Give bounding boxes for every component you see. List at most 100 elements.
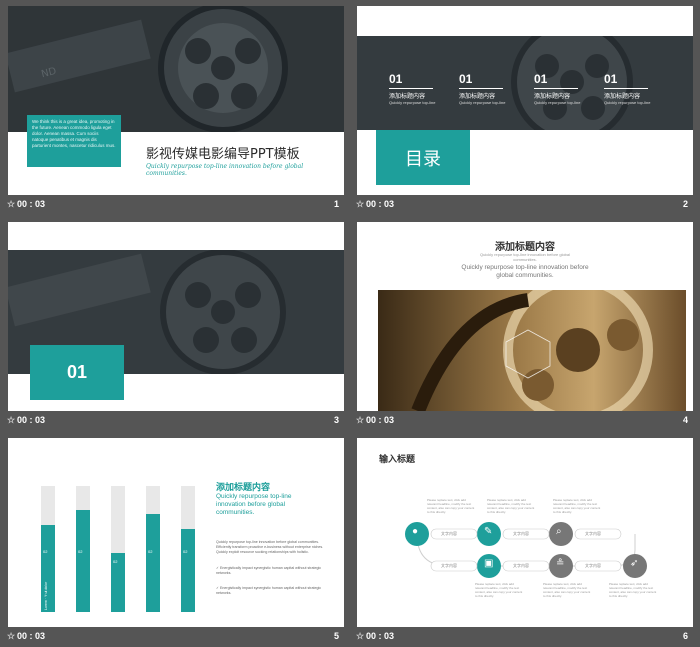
slide-number: 1 [333,199,339,209]
slide-canvas: 01 [8,222,344,411]
note-text: Please replace text, click add relevant … [543,582,591,598]
star-icon: ☆ [356,631,365,641]
check-icon: ✓ [216,586,220,590]
toc-item-sub: Quickly repurpose top-line [459,100,506,105]
slide-thumbnail-5[interactable]: 02 02 02 02 02 Lorem · Y·ut dolor 添加标题内容… [0,432,345,647]
slide-duration: 00 : 03 [17,631,46,641]
slide-duration: 00 : 03 [366,199,395,209]
bullet-text: Energistically impact synergistic human … [216,566,322,575]
toc-item-number: 01 [604,72,618,86]
bar-chart: 02 02 02 02 02 Lorem · Y·ut dolor [36,482,206,612]
slide-number: 4 [682,415,688,425]
bar-label: 02 [113,559,118,564]
toc-item-sub: Quickly repurpose top-line [389,100,436,105]
star-icon: ☆ [356,415,365,425]
film-strip-photo [378,290,686,411]
star-icon: ☆ [7,631,16,641]
pill-label: 文字内容 [441,563,457,568]
rocket-icon[interactable]: ➶ [630,558,638,569]
toc-item-sub: Quickly repurpose top-line [604,100,651,105]
bar-caption: Lorem · Y·ut dolor [44,581,48,610]
user-icon[interactable]: ● [412,526,418,537]
toc-item-sub: Quickly repurpose top-line [534,100,581,105]
slide-title: 添加标题内容 [495,242,555,253]
toc-item-4[interactable]: 01 添加标题内容 Quickly repurpose top-line [604,72,650,105]
slide-small-text: Quickly repurpose top-line innovation be… [479,252,571,262]
pill-label: 文字内容 [585,563,601,568]
search-icon[interactable]: ⌕ [556,526,562,537]
slide-thumbnail-2[interactable]: 01 添加标题内容 Quickly repurpose top-line 01 … [349,0,694,216]
slide-info-bar: ☆ 00 : 03 2 [349,196,694,213]
slide-canvas: ND We think this is a great idea, promot… [8,6,344,195]
bar-label: 02 [78,549,83,554]
note-text: Please replace text, click add relevant … [475,582,523,598]
pill-label: 文字内容 [585,531,601,536]
intro-text: We think this is a great idea, promoting… [32,119,116,148]
bar-label: 02 [183,549,188,554]
toc-item-title: 添加标题内容 [534,94,571,100]
star-icon: ☆ [7,199,16,209]
toc-item-2[interactable]: 01 添加标题内容 Quickly repurpose top-line [459,72,505,105]
slide-subtitle: Quickly repurpose top-line innovation be… [461,264,589,279]
slide-title: 影视传媒电影编导PPT模板 [146,147,300,162]
slide-canvas: 01 添加标题内容 Quickly repurpose top-line 01 … [357,6,693,195]
slide-thumbnail-6[interactable]: 输入标题 ● ✎ ⌕ ▣ ≗ ➶ 文字内容 文字内容 文字内容 文字内容 文字内… [349,432,694,647]
slide-duration: 00 : 03 [17,415,46,425]
intro-text-box: We think this is a great idea, promoting… [27,115,121,167]
slide-canvas: 添加标题内容 Quickly repurpose top-line innova… [357,222,693,411]
slide-duration: 00 : 03 [17,199,46,209]
slide-info-bar: ☆ 00 : 03 3 [0,412,345,429]
note-text: Please replace text, click add relevant … [553,498,601,514]
slide-title: 添加标题内容 [216,483,271,493]
slide-subtitle: Quickly repurpose top-line innovation be… [146,163,304,177]
slide-info-bar: ☆ 00 : 03 4 [349,412,694,429]
pill-label: 文字内容 [441,531,457,536]
slide-info-bar: ☆ 00 : 03 6 [349,628,694,645]
check-icon: ✓ [216,566,220,570]
slide-number: 6 [682,631,688,641]
toc-item-number: 01 [534,72,548,86]
slide-number: 3 [333,415,339,425]
bar-column-2: 02 [76,486,90,612]
slide-duration: 00 : 03 [366,415,395,425]
section-number-box: 01 [30,345,124,400]
bullet-2: ✓ Energistically impact synergistic huma… [216,586,328,596]
broadcast-icon[interactable]: ≗ [556,558,564,569]
toc-label: 目录 [405,148,441,170]
toc-item-divider [604,88,648,89]
star-icon: ☆ [7,415,16,425]
bullet-text: Energistically impact synergistic human … [216,586,322,595]
slide-number: 5 [333,631,339,641]
toc-item-3[interactable]: 01 添加标题内容 Quickly repurpose top-line [534,72,580,105]
slide-thumbnail-3[interactable]: 01 ☆ 00 : 03 3 [0,216,345,432]
toc-item-number: 01 [459,72,473,86]
toc-item-number: 01 [389,72,403,86]
film-reel-graphic: ND [8,6,344,132]
slide-subtitle: Quickly repurpose top-line innovation be… [216,493,292,516]
slide-canvas: 输入标题 ● ✎ ⌕ ▣ ≗ ➶ 文字内容 文字内容 文字内容 文字内容 文字内… [357,438,693,627]
section-number: 01 [66,362,88,382]
toc-item-title: 添加标题内容 [604,94,641,100]
bar-column-3: 02 [111,486,125,612]
pencil-icon[interactable]: ✎ [484,526,492,537]
note-text: Please replace text, click add relevant … [427,498,475,514]
note-text: Please replace text, click add relevant … [487,498,535,514]
film-reel-photo: ND [8,6,344,132]
note-text: Please replace text, click add relevant … [609,582,657,598]
bar-fill [181,529,195,612]
bar-fill [146,514,160,612]
pill-label: 文字内容 [513,531,529,536]
slide-duration: 00 : 03 [366,631,395,641]
toc-label-box: 目录 [376,130,470,185]
slide-thumbnail-4[interactable]: 添加标题内容 Quickly repurpose top-line innova… [349,216,694,432]
briefcase-icon[interactable]: ▣ [484,558,493,569]
slide-thumbnail-1[interactable]: ND We think this is a great idea, promot… [0,0,345,216]
film-strip-graphic [411,290,653,411]
pill-label: 文字内容 [513,563,529,568]
bullet-1: ✓ Energistically impact synergistic huma… [216,566,328,576]
toc-item-1[interactable]: 01 添加标题内容 Quickly repurpose top-line [389,72,435,105]
bar-column-4: 02 [146,486,160,612]
bar-fill [76,510,90,612]
slide-number: 2 [682,199,688,209]
toc-item-divider [534,88,578,89]
